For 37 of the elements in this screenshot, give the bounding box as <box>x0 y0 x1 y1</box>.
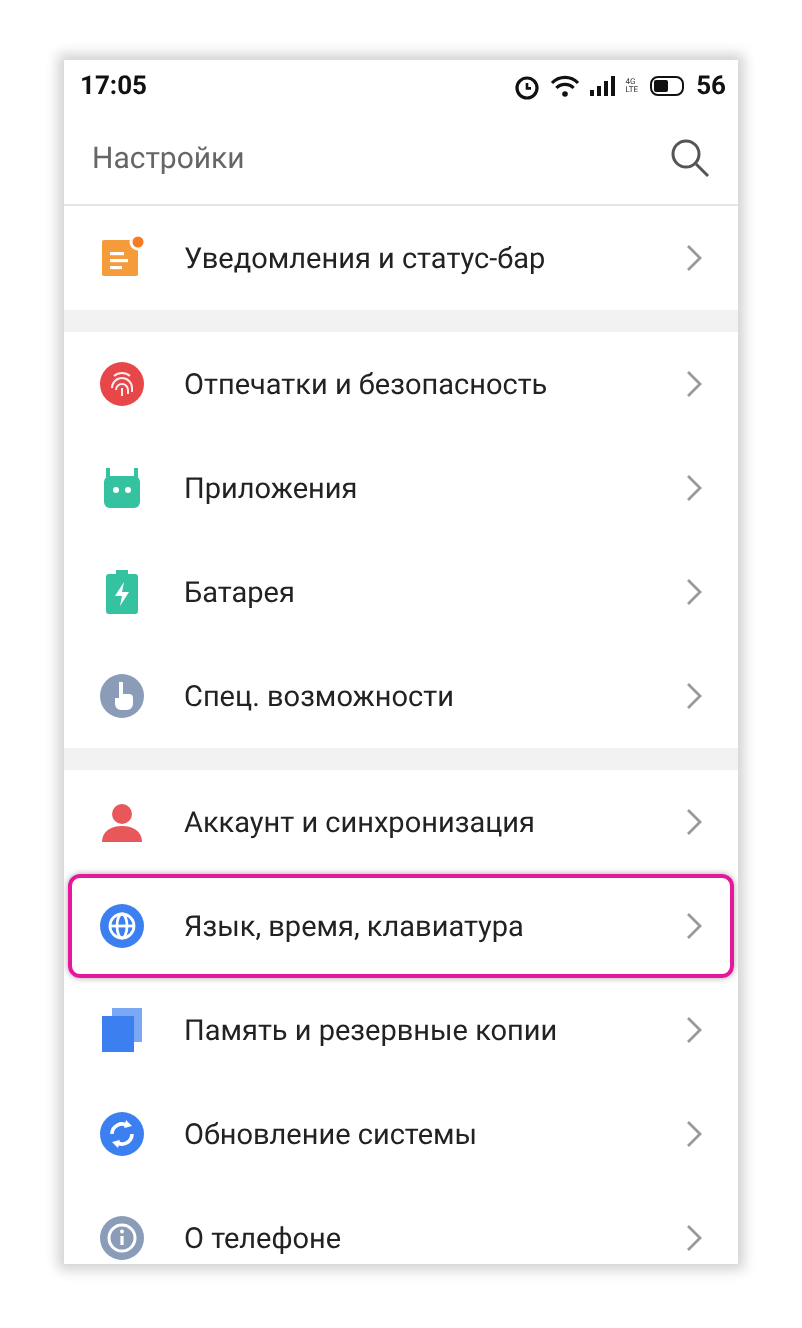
chevron-icon <box>686 244 702 272</box>
battery-icon <box>100 568 144 616</box>
android-icon <box>100 464 144 512</box>
settings-item[interactable]: Батарея <box>68 540 734 644</box>
notification-icon <box>100 234 144 282</box>
chevron-icon <box>686 1016 702 1044</box>
chevron-icon <box>686 1120 702 1148</box>
settings-item[interactable]: Спец. возможности <box>68 644 734 748</box>
hand-icon <box>100 672 144 720</box>
search-icon[interactable] <box>670 138 710 178</box>
globe-icon <box>100 902 144 950</box>
chevron-icon <box>686 474 702 502</box>
page-title: Настройки <box>92 140 245 176</box>
chevron-icon <box>686 912 702 940</box>
settings-item[interactable]: О телефоне <box>68 1186 734 1264</box>
chevron-icon <box>686 808 702 836</box>
alarm-icon <box>513 73 540 99</box>
battery-percent: 56 <box>696 71 726 101</box>
settings-item[interactable]: Аккаунт и синхронизация <box>68 770 734 874</box>
settings-item[interactable]: Приложения <box>68 436 734 540</box>
chevron-icon <box>686 370 702 398</box>
signal-icon <box>589 76 616 96</box>
status-time: 17:05 <box>80 71 147 101</box>
battery-status-icon <box>654 80 681 92</box>
chevron-icon <box>686 682 702 710</box>
settings-item[interactable]: Обновление системы <box>68 1082 734 1186</box>
settings-item[interactable]: Уведомления и статус-бар <box>68 206 734 310</box>
settings-item[interactable]: Память и резервные копии <box>68 978 734 1082</box>
wifi-icon <box>549 74 580 98</box>
settings-item[interactable]: Язык, время, клавиатура <box>68 874 734 978</box>
settings-item[interactable]: Отпечатки и безопасность <box>68 332 734 436</box>
pages-icon <box>100 1006 144 1054</box>
chevron-icon <box>686 1224 702 1252</box>
refresh-icon <box>100 1110 144 1158</box>
chevron-icon <box>686 578 702 606</box>
person-icon <box>100 798 144 846</box>
fingerprint-icon <box>100 360 144 408</box>
